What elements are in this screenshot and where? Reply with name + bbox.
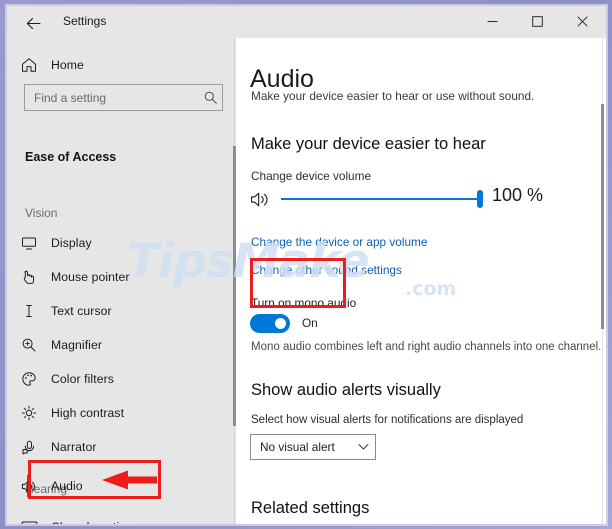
narrator-icon <box>7 439 51 455</box>
mono-audio-toggle[interactable] <box>250 313 290 333</box>
magnifier-icon <box>7 337 51 353</box>
sidebar-item-label: High contrast <box>51 406 125 420</box>
volume-slider-row: 100 % <box>250 185 600 213</box>
section-heading-related: Related settings <box>251 499 370 517</box>
volume-slider-thumb[interactable] <box>477 190 483 208</box>
sidebar-item-label: Color filters <box>51 372 114 386</box>
back-arrow-icon[interactable] <box>15 10 51 36</box>
content-scrollbar-thumb[interactable] <box>601 104 604 329</box>
sidebar-item-label: Mouse pointer <box>51 270 130 284</box>
mouse-pointer-icon <box>7 269 51 285</box>
settings-window: Settings Home Find a setting Ease of Acc… <box>6 5 607 525</box>
section-heading-alerts: Show audio alerts visually <box>251 381 441 399</box>
home-icon <box>7 57 51 73</box>
sidebar-item-magnifier[interactable]: Magnifier <box>7 328 236 362</box>
sidebar-section-title: Ease of Access <box>25 150 117 164</box>
sidebar-item-label: Display <box>51 236 92 250</box>
sidebar-group-vision: Vision <box>25 206 58 220</box>
sidebar-item-label: Text cursor <box>51 304 112 318</box>
link-change-other-sound-settings[interactable]: Change other sound settings <box>251 263 402 277</box>
speaker-icon <box>7 479 51 494</box>
color-palette-icon <box>7 371 51 387</box>
sidebar-item-label: Narrator <box>51 440 97 454</box>
visual-alert-value: No visual alert <box>260 440 335 454</box>
alerts-label: Select how visual alerts for notificatio… <box>251 414 524 426</box>
brightness-icon <box>7 405 51 421</box>
sidebar-item-home[interactable]: Home <box>7 48 236 82</box>
sidebar-item-label: Home <box>51 58 84 72</box>
text-cursor-icon <box>7 303 51 319</box>
volume-percent: 100 % <box>492 185 544 205</box>
sidebar-item-display[interactable]: Display <box>7 226 236 260</box>
mono-audio-description: Mono audio combines left and right audio… <box>251 341 602 353</box>
sidebar-item-color-filters[interactable]: Color filters <box>7 362 236 396</box>
desktop-background: Settings Home Find a setting Ease of Acc… <box>0 0 612 529</box>
sidebar-item-narrator[interactable]: Narrator <box>7 430 236 464</box>
mono-audio-toggle-row: On <box>250 312 318 334</box>
app-title: Settings <box>63 14 107 28</box>
minimize-button[interactable] <box>470 6 515 37</box>
sidebar-item-label: Closed captions <box>51 520 139 524</box>
main-content: Audio Make your device easier to hear or… <box>236 38 606 524</box>
section-heading-hear: Make your device easier to hear <box>251 135 486 153</box>
speaker-volume-icon <box>250 190 274 210</box>
sidebar-item-high-contrast[interactable]: High contrast <box>7 396 236 430</box>
volume-slider-track[interactable] <box>281 198 479 200</box>
search-box[interactable] <box>24 84 223 111</box>
sidebar-item-label: Audio <box>51 479 83 493</box>
maximize-button[interactable] <box>515 6 560 37</box>
visual-alert-dropdown[interactable]: No visual alert <box>250 434 376 460</box>
mono-audio-state: On <box>302 316 318 330</box>
search-icon <box>198 91 222 104</box>
title-bar: Settings <box>7 6 606 38</box>
sidebar-item-closed-captions[interactable]: Closed captions <box>7 510 236 524</box>
closed-captions-icon <box>7 520 51 524</box>
sidebar-item-mouse-pointer[interactable]: Mouse pointer <box>7 260 236 294</box>
sidebar: Home Ease of Access Vision Display <box>7 38 236 524</box>
link-change-device-or-app-volume[interactable]: Change the device or app volume <box>251 235 427 249</box>
monitor-icon <box>7 235 51 251</box>
volume-label: Change device volume <box>251 169 372 183</box>
toggle-knob <box>275 317 286 329</box>
mono-audio-label: Turn on mono audio <box>251 296 357 310</box>
search-input[interactable] <box>25 90 198 105</box>
sidebar-item-text-cursor[interactable]: Text cursor <box>7 294 236 328</box>
sidebar-item-audio[interactable]: Audio <box>7 469 236 503</box>
page-subtitle: Make your device easier to hear or use w… <box>251 89 535 103</box>
chevron-down-icon <box>351 443 375 451</box>
close-button[interactable] <box>560 6 605 37</box>
sidebar-item-label: Magnifier <box>51 338 103 352</box>
